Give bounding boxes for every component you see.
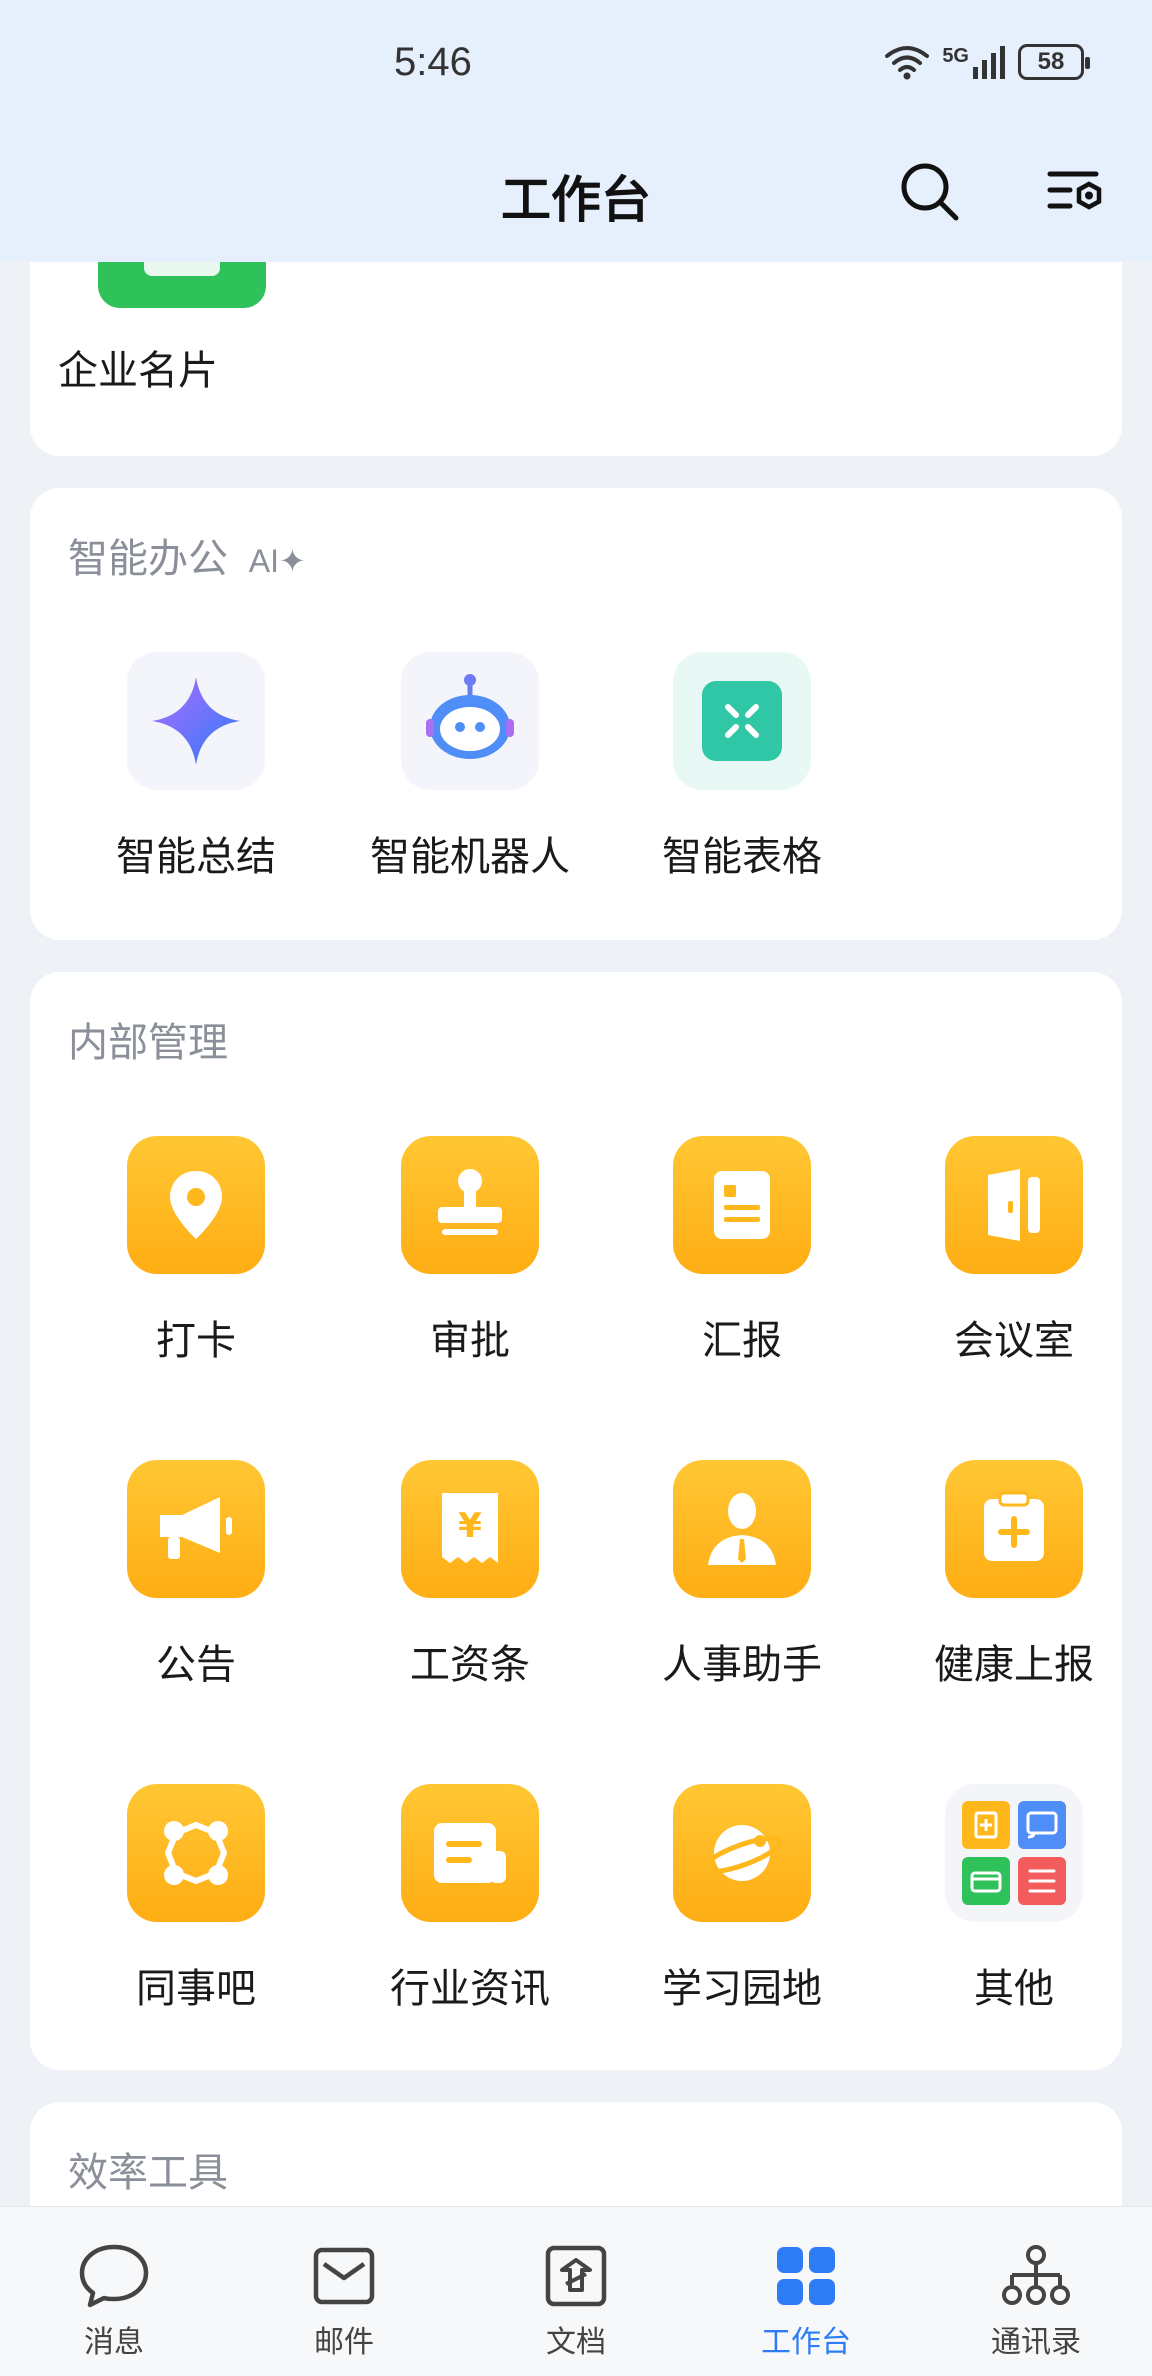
grid-item-approval[interactable]: 审批 <box>340 1136 600 1366</box>
ai-badge: AI✦ <box>248 543 306 579</box>
page-title: 工作台 <box>501 171 651 229</box>
search-icon <box>901 163 959 221</box>
battery-indicator: 58 <box>1018 44 1090 80</box>
news-icon <box>434 1823 506 1883</box>
grid-item-report[interactable]: 汇报 <box>612 1136 872 1366</box>
grid-item-colleague-forum[interactable]: 同事吧 <box>66 1784 326 2014</box>
grid-item-hr-assistant[interactable]: 人事助手 <box>612 1460 872 1690</box>
grid-item-others[interactable]: 其他 <box>884 1784 1144 2014</box>
mail-icon <box>313 2247 375 2305</box>
status-time: 5:46 <box>394 40 472 84</box>
grid-item-learning-center[interactable]: 学习园地 <box>612 1784 872 2014</box>
report-icon <box>714 1171 770 1239</box>
svg-text:¥: ¥ <box>458 1506 482 1546</box>
signal-indicator: 5G <box>942 45 1006 79</box>
tab-contacts[interactable]: 通讯录 <box>956 2241 1116 2361</box>
grid-item-industry-news[interactable]: 行业资讯 <box>340 1784 600 2014</box>
sparkle-icon <box>152 677 240 765</box>
internal-section-title: 内部管理 <box>68 1020 228 1066</box>
tab-mail[interactable]: 邮件 <box>264 2241 424 2361</box>
network-type: 5G <box>942 45 969 67</box>
robot-icon <box>426 674 514 759</box>
tab-messages[interactable]: 消息 <box>34 2241 194 2361</box>
settings-button[interactable] <box>1042 158 1108 224</box>
tab-workbench[interactable]: 工作台 <box>726 2241 886 2361</box>
signal-bars-icon <box>973 46 1005 79</box>
payslip-icon: ¥ <box>442 1493 498 1563</box>
tab-documents[interactable]: 文档 <box>496 2241 656 2361</box>
wifi-icon <box>885 46 930 80</box>
workbench-icon <box>777 2247 835 2305</box>
stamp-icon <box>438 1169 502 1235</box>
grid-item-smart-summary[interactable]: 智能总结 <box>66 652 326 882</box>
location-pin-icon <box>170 1171 222 1239</box>
efficiency-section-title: 效率工具 <box>68 2150 228 2196</box>
megaphone-icon <box>160 1497 232 1559</box>
chat-icon <box>79 2244 149 2308</box>
person-icon <box>708 1493 776 1565</box>
bottom-tab-bar: 消息 邮件 文档 工作台 通讯录 <box>0 2206 1152 2376</box>
grid-item-smart-robot[interactable]: 智能机器人 <box>340 652 600 882</box>
header: 5:46 5G 58 工作台 <box>0 0 1152 262</box>
network-icon <box>164 1821 228 1885</box>
spreadsheet-icon <box>702 681 782 761</box>
grid-item-check-in[interactable]: 打卡 <box>66 1136 326 1366</box>
contacts-icon <box>1002 2245 1070 2305</box>
grid-item-payslip[interactable]: ¥ 工资条 <box>340 1460 600 1690</box>
health-clipboard-icon <box>984 1491 1044 1561</box>
ai-section-title: 智能办公 AI✦ <box>68 536 306 582</box>
grid-item-meeting-room[interactable]: 会议室 <box>884 1136 1144 1366</box>
list-settings-icon <box>1047 171 1102 210</box>
grid-item-health-report[interactable]: 健康上报 <box>884 1460 1144 1690</box>
door-icon <box>988 1169 1040 1241</box>
status-icons: 5G 58 <box>884 44 1090 80</box>
document-icon <box>545 2245 607 2307</box>
top-card: 企业名片 <box>30 262 1122 456</box>
app-grid-icon <box>962 1801 1066 1905</box>
search-button[interactable] <box>896 158 962 224</box>
grid-item-smart-spreadsheet[interactable]: 智能表格 <box>612 652 872 882</box>
planet-icon <box>701 1825 783 1881</box>
internal-management-section: 内部管理 打卡 审批 汇报 会议室 公告 ¥ 工资条 人事助手 健康上报 同事吧… <box>30 972 1122 2070</box>
grid-item-announcement[interactable]: 公告 <box>66 1460 326 1690</box>
ai-office-section: 智能办公 AI✦ 智能总结 智能机器人 智能表格 <box>30 488 1122 940</box>
business-card-icon <box>98 262 266 308</box>
business-card-label[interactable]: 企业名片 <box>58 338 218 396</box>
